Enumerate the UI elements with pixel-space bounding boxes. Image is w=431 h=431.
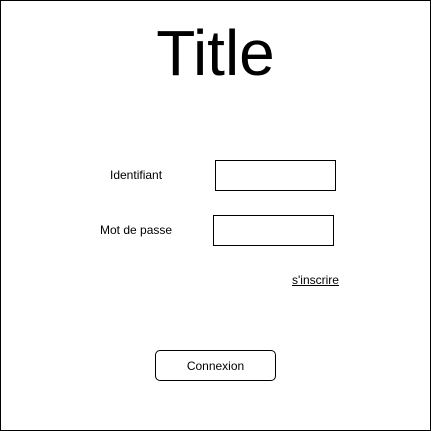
page-title: Title: [156, 17, 275, 89]
login-button[interactable]: Connexion: [155, 350, 276, 381]
register-link[interactable]: s'inscrire: [292, 273, 339, 287]
password-input[interactable]: [213, 215, 334, 246]
identifier-label: Identifiant: [110, 168, 163, 182]
identifier-input[interactable]: [215, 160, 336, 191]
password-label: Mot de passe: [100, 223, 173, 237]
